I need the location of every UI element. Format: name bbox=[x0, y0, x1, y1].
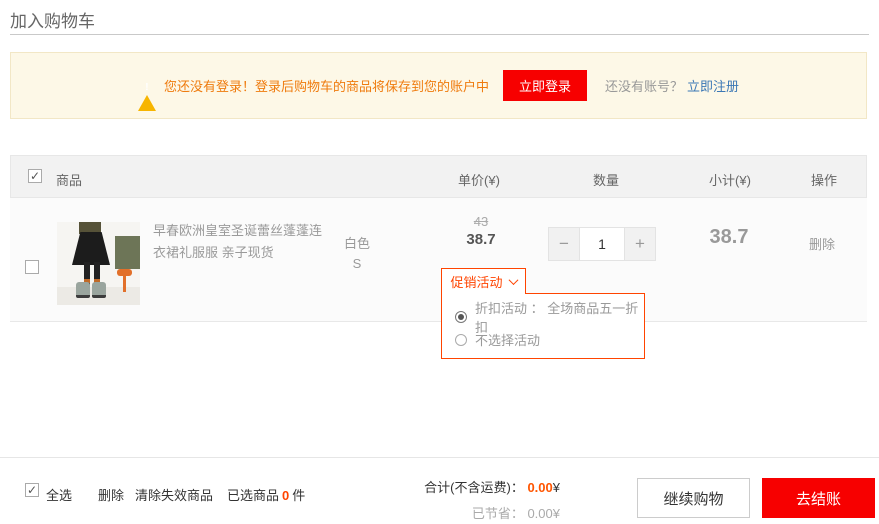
no-account-text: 还没有账号？ bbox=[605, 76, 683, 95]
clear-invalid-link[interactable]: 清除失效商品 bbox=[135, 485, 213, 504]
product-image[interactable] bbox=[57, 222, 140, 305]
header-quantity: 数量 bbox=[593, 170, 619, 189]
item-delete-link[interactable]: 删除 bbox=[809, 234, 835, 253]
image-cabinet bbox=[115, 236, 140, 269]
radio-selected-icon[interactable] bbox=[455, 311, 467, 323]
quantity-input[interactable] bbox=[579, 228, 625, 260]
radio-unselected-icon[interactable] bbox=[455, 334, 467, 346]
login-warning-banner: ! 您还没有登录！登录后购物车的商品将保存到您的账户中 立即登录 还没有账号？ … bbox=[10, 52, 867, 119]
page-title: 加入购物车 bbox=[10, 7, 95, 32]
promotion-label: 促销活动 bbox=[450, 272, 502, 291]
variant-size: S bbox=[344, 254, 370, 274]
register-now-link[interactable]: 立即注册 bbox=[687, 76, 739, 95]
cart-footer-bar: 全选 删除 清除失效商品 已选商品0件 合计(不含运费)： 0.00¥ 已节省：… bbox=[0, 457, 879, 524]
select-all-label[interactable]: 全选 bbox=[46, 485, 72, 504]
footer-delete-link[interactable]: 删除 bbox=[98, 485, 124, 504]
header-product: 商品 bbox=[56, 170, 82, 189]
product-variant: 白色 S bbox=[344, 234, 370, 274]
cart-item-row: 早春欧洲皇室圣诞蕾丝蓬蓬连衣裙礼服服 亲子现货 白色 S 43 38.7 − +… bbox=[10, 198, 867, 322]
image-stool bbox=[117, 269, 132, 276]
cart-table-header: 商品 单价(¥) 数量 小计(¥) 操作 bbox=[10, 155, 867, 198]
selected-suffix: 件 bbox=[292, 488, 305, 503]
item-subtotal: 38.7 bbox=[710, 226, 749, 249]
promotion-option-label: 不选择活动 bbox=[475, 330, 540, 349]
total-value: 0.00 bbox=[527, 480, 552, 495]
product-name[interactable]: 早春欧洲皇室圣诞蕾丝蓬蓬连衣裙礼服服 亲子现货 bbox=[153, 220, 333, 264]
totals-block: 合计(不含运费)： 0.00¥ 已节省： 0.00¥ bbox=[360, 477, 560, 522]
title-divider bbox=[10, 34, 869, 35]
saved-value: 0.00¥ bbox=[527, 506, 560, 521]
saved-label: 已节省： bbox=[472, 506, 524, 521]
selected-count-text: 已选商品0件 bbox=[227, 485, 305, 504]
quantity-increase-button[interactable]: + bbox=[625, 228, 655, 260]
promotion-dropdown-panel: 折扣活动 ： 全场商品五一折扣 不选择活动 bbox=[441, 293, 645, 359]
unit-price: 38.7 bbox=[466, 231, 495, 248]
quantity-decrease-button[interactable]: − bbox=[549, 228, 579, 260]
header-unit-price: 单价(¥) bbox=[458, 170, 500, 189]
item-checkbox[interactable] bbox=[25, 260, 39, 274]
total-currency: ¥ bbox=[553, 480, 560, 495]
total-line: 合计(不含运费)： 0.00¥ bbox=[360, 477, 560, 496]
continue-shopping-button[interactable]: 继续购物 bbox=[637, 478, 750, 518]
variant-color: 白色 bbox=[344, 234, 370, 254]
header-subtotal: 小计(¥) bbox=[709, 170, 751, 189]
promotion-dropdown-toggle[interactable]: 促销活动 bbox=[441, 268, 526, 294]
select-all-footer-checkbox[interactable] bbox=[25, 483, 39, 497]
total-label: 合计(不含运费)： bbox=[424, 480, 524, 495]
selected-count: 0 bbox=[282, 488, 289, 503]
image-stool-leg bbox=[123, 276, 126, 292]
login-warning-message: 您还没有登录！登录后购物车的商品将保存到您的账户中 bbox=[164, 76, 489, 95]
image-tutu-skirt bbox=[72, 232, 110, 265]
original-price: 43 bbox=[474, 214, 488, 229]
quantity-stepper: − + bbox=[548, 227, 656, 261]
selected-prefix: 已选商品 bbox=[227, 488, 279, 503]
image-boot-left bbox=[76, 282, 90, 298]
image-boot-right bbox=[92, 282, 106, 298]
promotion-option-discount[interactable]: 折扣活动 ： 全场商品五一折扣 bbox=[455, 305, 644, 328]
checkout-button[interactable]: 去结账 bbox=[762, 478, 875, 518]
select-all-header-checkbox[interactable] bbox=[28, 169, 42, 183]
header-action: 操作 bbox=[811, 170, 837, 189]
warning-triangle-icon: ! bbox=[138, 78, 156, 94]
saved-line: 已节省： 0.00¥ bbox=[360, 503, 560, 522]
login-now-button[interactable]: 立即登录 bbox=[503, 70, 587, 101]
chevron-down-icon bbox=[508, 275, 518, 285]
